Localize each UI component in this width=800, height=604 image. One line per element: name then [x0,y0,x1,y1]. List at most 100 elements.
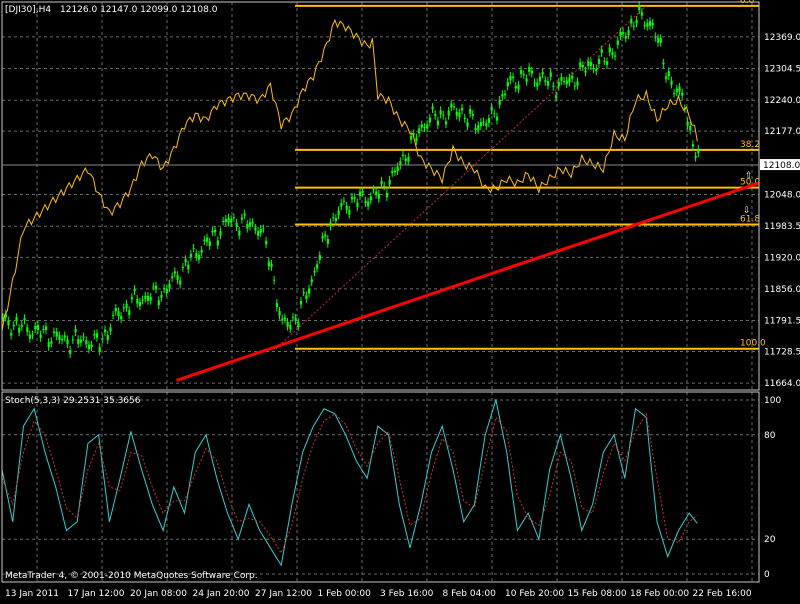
candle-body [122,307,125,309]
candle-body [28,334,32,339]
candle-body [93,333,96,336]
candle-body [299,300,303,305]
candle-body [259,228,262,233]
candle-body [61,338,64,341]
candle-body [141,299,144,301]
candle-body [95,333,99,338]
candle-body [544,80,547,82]
candle-body [396,166,399,172]
candle-body [7,320,10,326]
candle-body [340,202,343,207]
price-tick-label: 11856.0 [764,285,800,295]
candle-body [146,295,150,301]
candle-body [275,303,279,308]
candle-body [302,292,305,294]
candle-body [297,322,300,327]
candle-body [401,154,405,156]
candle-body [608,47,611,53]
candle-body [624,36,627,39]
candle-body [128,310,131,315]
price-tick-label: 12048.0 [764,191,800,201]
candle-body [686,121,689,126]
candle-body [214,229,217,233]
candle-body [482,121,485,123]
candle-body [495,116,499,121]
candle-body [662,62,665,65]
candle-body [224,218,228,223]
chart-window[interactable]: 0.0 38.2 50.0 61.8 100.0 12369.0 12304.5 12240… [0,0,800,600]
candle-body [506,81,509,87]
candle-body [206,237,209,242]
candle-body [133,289,136,291]
candle-body [240,217,244,220]
candle-body [130,297,134,300]
candle-body [579,62,582,67]
candle-body [638,5,641,11]
ohlc-values: 12126.0 12147.0 12099.0 12108.0 [60,5,218,15]
candle-body [436,120,440,126]
candle-body [283,317,287,320]
chart-canvas[interactable]: 0.038.250.061.8100.0 12369.012304.512240… [0,0,800,600]
stoch-tick-label: 0 [764,570,770,580]
candle-body [442,114,445,116]
candle-body [410,135,413,140]
candle-body [493,113,496,115]
candle-body [670,80,673,85]
candle-body [160,294,163,298]
candle-body [691,144,695,147]
candle-body [466,122,469,127]
candle-body [667,71,670,77]
candle-body [498,99,501,105]
candle-body [106,335,109,340]
candle-body [522,74,525,76]
candle-body [39,334,42,338]
copyright-text: MetaTrader 4, © 2001-2010 MetaQuotes Sof… [5,571,258,581]
candle-body [450,103,453,108]
candle-body [50,341,53,344]
candle-body [243,213,246,216]
candle-body [407,156,410,162]
fibo-level-label: 0.0 [740,0,755,6]
price-tick-label: 11983.5 [764,222,800,232]
candle-body [36,325,40,330]
candle-body [503,93,507,96]
candle-body [514,85,517,89]
candle-body [520,69,523,74]
candle-body [452,106,456,108]
time-tick-label: 15 Feb 08:00 [568,589,627,599]
candle-body [431,107,434,110]
candle-body [678,86,681,92]
candle-body [112,314,115,316]
candle-body [471,113,474,116]
candle-body [659,38,662,43]
candle-body [689,125,692,131]
candle-body [47,342,50,348]
candle-body [334,217,338,222]
candle-body [380,181,383,185]
candle-body [444,121,448,125]
candle-body [165,288,168,294]
candle-body [189,253,193,258]
candle-body [20,324,23,327]
price-tick-label: 12177.0 [764,127,800,137]
candle-body [197,254,201,260]
candle-body [348,209,351,215]
candle-body [257,230,260,236]
candle-body [329,222,332,227]
candle-body [211,230,214,233]
candle-body [262,228,265,230]
symbol-timeframe: [DJI30],H4 [5,5,51,15]
candle-body [222,220,225,222]
candle-body [455,111,458,116]
candle-body [656,38,660,43]
candle-body [434,114,437,116]
time-tick-label: 3 Feb 16:00 [380,589,434,599]
candle-body [611,52,614,55]
price-tick-label: 12304.5 [764,65,800,75]
candle-body [592,68,595,70]
candle-body [273,279,276,281]
candle-body [648,21,652,26]
candle-body [487,118,491,124]
time-tick-label: 17 Jan 12:00 [68,589,125,599]
candle-body [246,224,249,229]
